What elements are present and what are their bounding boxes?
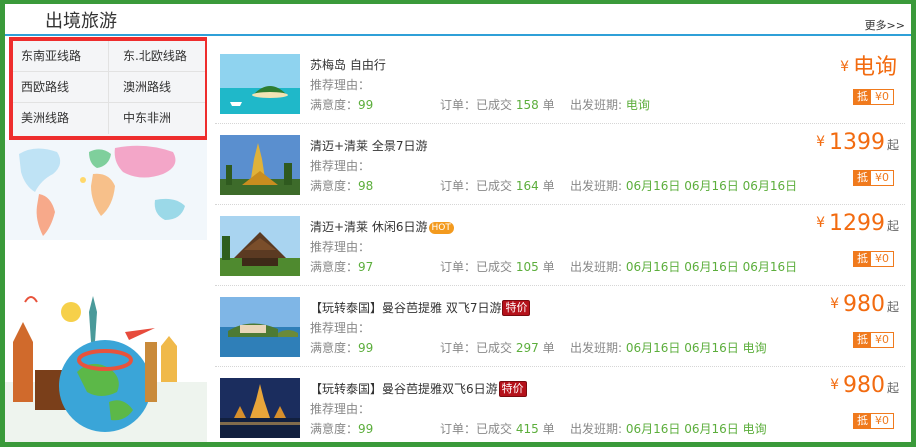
product-item[interactable]: 【玩转泰国】曼谷芭提雅 双飞7日游 特价 推荐理由： 满意度：99 订单：已成交 … — [215, 286, 905, 367]
departure-dates: 出发班期: 06月16日 06月16日 电询 — [570, 422, 767, 436]
product-price: ¥ 电询 — [840, 55, 897, 80]
satisfaction: 满意度：99 — [310, 98, 374, 112]
product-thumbnail[interactable] — [220, 216, 300, 276]
recommend-reason: 推荐理由： — [310, 402, 371, 416]
product-thumbnail[interactable] — [220, 54, 300, 114]
satisfaction: 满意度：99 — [310, 341, 374, 355]
route-link-americas[interactable]: 美洲线路 — [13, 103, 109, 134]
product-price: ¥1299 起 — [816, 211, 899, 236]
product-title-link[interactable]: 苏梅岛 自由行 — [310, 56, 386, 73]
product-title-link[interactable]: 清迈+清莱 全景7日游 — [310, 137, 428, 154]
coupon-badge: 抵 ¥0 — [853, 251, 894, 267]
product-price: ¥980 起 — [830, 373, 899, 398]
departure-dates: 出发班期: 电询 — [570, 98, 650, 112]
coupon-badge: 抵 ¥0 — [853, 170, 894, 186]
product-title-link[interactable]: 【玩转泰国】曼谷芭提雅 双飞7日游 特价 — [310, 299, 531, 316]
more-link[interactable]: 更多>> — [865, 17, 905, 33]
order-count: 订单：已成交 164 单 — [440, 179, 555, 193]
route-link-southeast-asia[interactable]: 东南亚线路 — [13, 41, 109, 72]
product-price: ¥1399 起 — [816, 130, 899, 155]
order-count: 订单：已成交 297 单 — [440, 341, 555, 355]
departure-dates: 出发班期: 06月16日 06月16日 电询 — [570, 341, 767, 355]
product-item[interactable]: 【玩转泰国】曼谷芭提雅双飞6日游 特价 推荐理由： 满意度：99 订单：已成交 4… — [215, 367, 905, 447]
section-header: 出境旅游 更多>> — [5, 4, 911, 36]
hot-badge: HOT — [428, 222, 454, 234]
route-link-west-europe[interactable]: 西欧路线 — [13, 72, 109, 103]
special-price-badge: 特价 — [502, 300, 531, 316]
route-link-middle-east-africa[interactable]: 中东非洲 — [109, 103, 205, 134]
order-count: 订单：已成交 415 单 — [440, 422, 555, 436]
product-price: ¥980 起 — [830, 292, 899, 317]
special-price-badge: 特价 — [498, 381, 527, 397]
satisfaction: 满意度：99 — [310, 422, 374, 436]
satisfaction: 满意度：97 — [310, 260, 374, 274]
order-count: 订单：已成交 158 单 — [440, 98, 555, 112]
product-thumbnail[interactable] — [220, 297, 300, 357]
product-thumbnail[interactable] — [220, 378, 300, 438]
recommend-reason: 推荐理由： — [310, 159, 371, 173]
order-count: 订单：已成交 105 单 — [440, 260, 555, 274]
coupon-badge: 抵 ¥0 — [853, 413, 894, 429]
product-item[interactable]: 清迈+清莱 休闲6日游 HOT 推荐理由： 满意度：97 订单：已成交 105 单… — [215, 205, 905, 286]
coupon-badge: 抵 ¥0 — [853, 89, 894, 105]
left-panel: 东南亚线路 东.北欧线路 西欧路线 澳洲路线 美洲线路 中东非洲 — [5, 37, 207, 442]
coupon-badge: 抵 ¥0 — [853, 332, 894, 348]
route-link-east-north-europe[interactable]: 东.北欧线路 — [109, 41, 205, 72]
recommend-reason: 推荐理由： — [310, 240, 371, 254]
product-title-link[interactable]: 【玩转泰国】曼谷芭提雅双飞6日游 特价 — [310, 380, 527, 397]
recommend-reason: 推荐理由： — [310, 321, 371, 335]
world-map-illustration — [5, 140, 207, 240]
departure-dates: 出发班期: 06月16日 06月16日 06月16日 — [570, 179, 798, 193]
product-thumbnail[interactable] — [220, 135, 300, 195]
product-item[interactable]: 清迈+清莱 全景7日游 推荐理由： 满意度：98 订单：已成交 164 单 出发… — [215, 124, 905, 205]
section-title: 出境旅游 — [45, 11, 117, 32]
product-item[interactable]: 苏梅岛 自由行 推荐理由： 满意度：99 订单：已成交 158 单 出发班期: … — [215, 43, 905, 124]
travel-illustration — [5, 282, 207, 442]
recommend-reason: 推荐理由： — [310, 78, 371, 92]
route-link-australia[interactable]: 澳洲路线 — [109, 72, 205, 103]
departure-dates: 出发班期: 06月16日 06月16日 06月16日 — [570, 260, 798, 274]
satisfaction: 满意度：98 — [310, 179, 374, 193]
product-title-link[interactable]: 清迈+清莱 休闲6日游 HOT — [310, 218, 454, 235]
route-menu: 东南亚线路 东.北欧线路 西欧路线 澳洲路线 美洲线路 中东非洲 — [9, 37, 207, 140]
product-list: 苏梅岛 自由行 推荐理由： 满意度：99 订单：已成交 158 单 出发班期: … — [215, 43, 911, 442]
